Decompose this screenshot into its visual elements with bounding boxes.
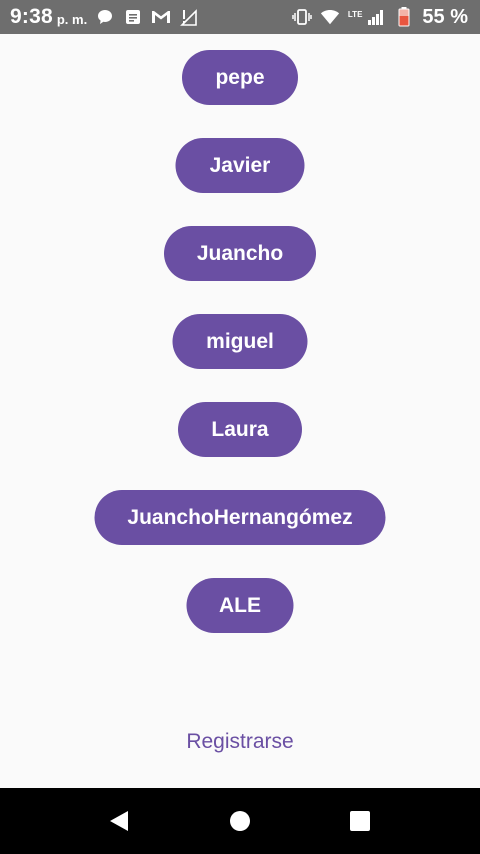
home-icon[interactable] — [229, 810, 251, 832]
recent-apps-icon[interactable] — [349, 810, 371, 832]
user-button-pepe[interactable]: pepe — [182, 50, 298, 105]
user-button-juancho[interactable]: Juancho — [164, 226, 316, 281]
status-left: 9:38 p. m. — [10, 5, 199, 29]
user-button-miguel[interactable]: miguel — [172, 314, 308, 369]
battery-percent: 55 % — [422, 5, 468, 28]
wifi-icon — [320, 7, 340, 27]
cell-signal-icon — [366, 7, 386, 27]
status-bar: 9:38 p. m. LTE 55 % — [0, 0, 480, 34]
vibrate-icon — [292, 7, 312, 27]
signal-no-service-icon — [179, 7, 199, 27]
message-icon — [123, 7, 143, 27]
clock-ampm: p. m. — [56, 11, 88, 27]
user-button-ale[interactable]: ALE — [186, 578, 294, 633]
user-button-laura[interactable]: Laura — [178, 402, 302, 457]
network-type: LTE — [347, 9, 363, 19]
status-right: LTE 55 % — [292, 6, 468, 29]
user-button-javier[interactable]: Javier — [175, 138, 305, 193]
user-list-screen: pepe Javier Juancho miguel Laura Juancho… — [0, 34, 480, 788]
chat-bubble-icon — [95, 7, 115, 27]
gmail-icon — [151, 7, 171, 27]
user-button-juanchohernangomez[interactable]: JuanchoHernangómez — [94, 490, 386, 545]
battery-icon — [394, 7, 414, 27]
navigation-bar — [0, 788, 480, 854]
clock: 9:38 — [10, 5, 53, 28]
back-icon[interactable] — [108, 810, 130, 832]
register-link[interactable]: Registrarse — [0, 730, 480, 754]
